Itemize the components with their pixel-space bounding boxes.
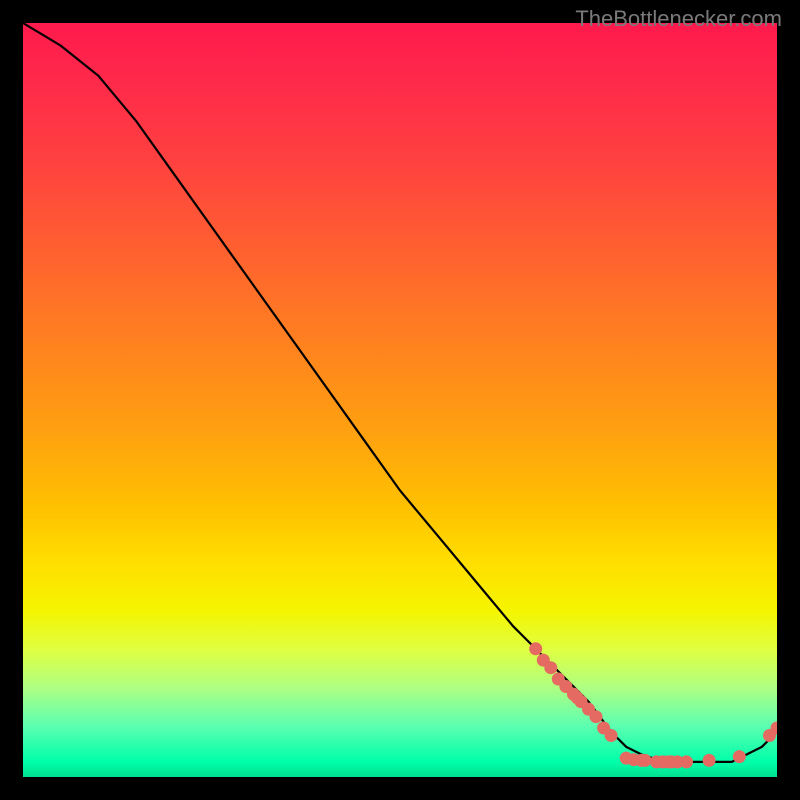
- data-marker: [544, 661, 557, 674]
- data-markers: [529, 642, 777, 768]
- attribution-text: TheBottlenecker.com: [575, 6, 782, 32]
- data-marker: [529, 642, 542, 655]
- data-marker: [703, 754, 716, 767]
- chart-svg: [23, 23, 777, 777]
- data-marker: [590, 710, 603, 723]
- data-marker: [733, 750, 746, 763]
- plot-area: [23, 23, 777, 777]
- data-marker: [680, 755, 693, 768]
- data-marker: [605, 729, 618, 742]
- bottleneck-curve: [23, 23, 777, 762]
- data-marker: [639, 754, 652, 767]
